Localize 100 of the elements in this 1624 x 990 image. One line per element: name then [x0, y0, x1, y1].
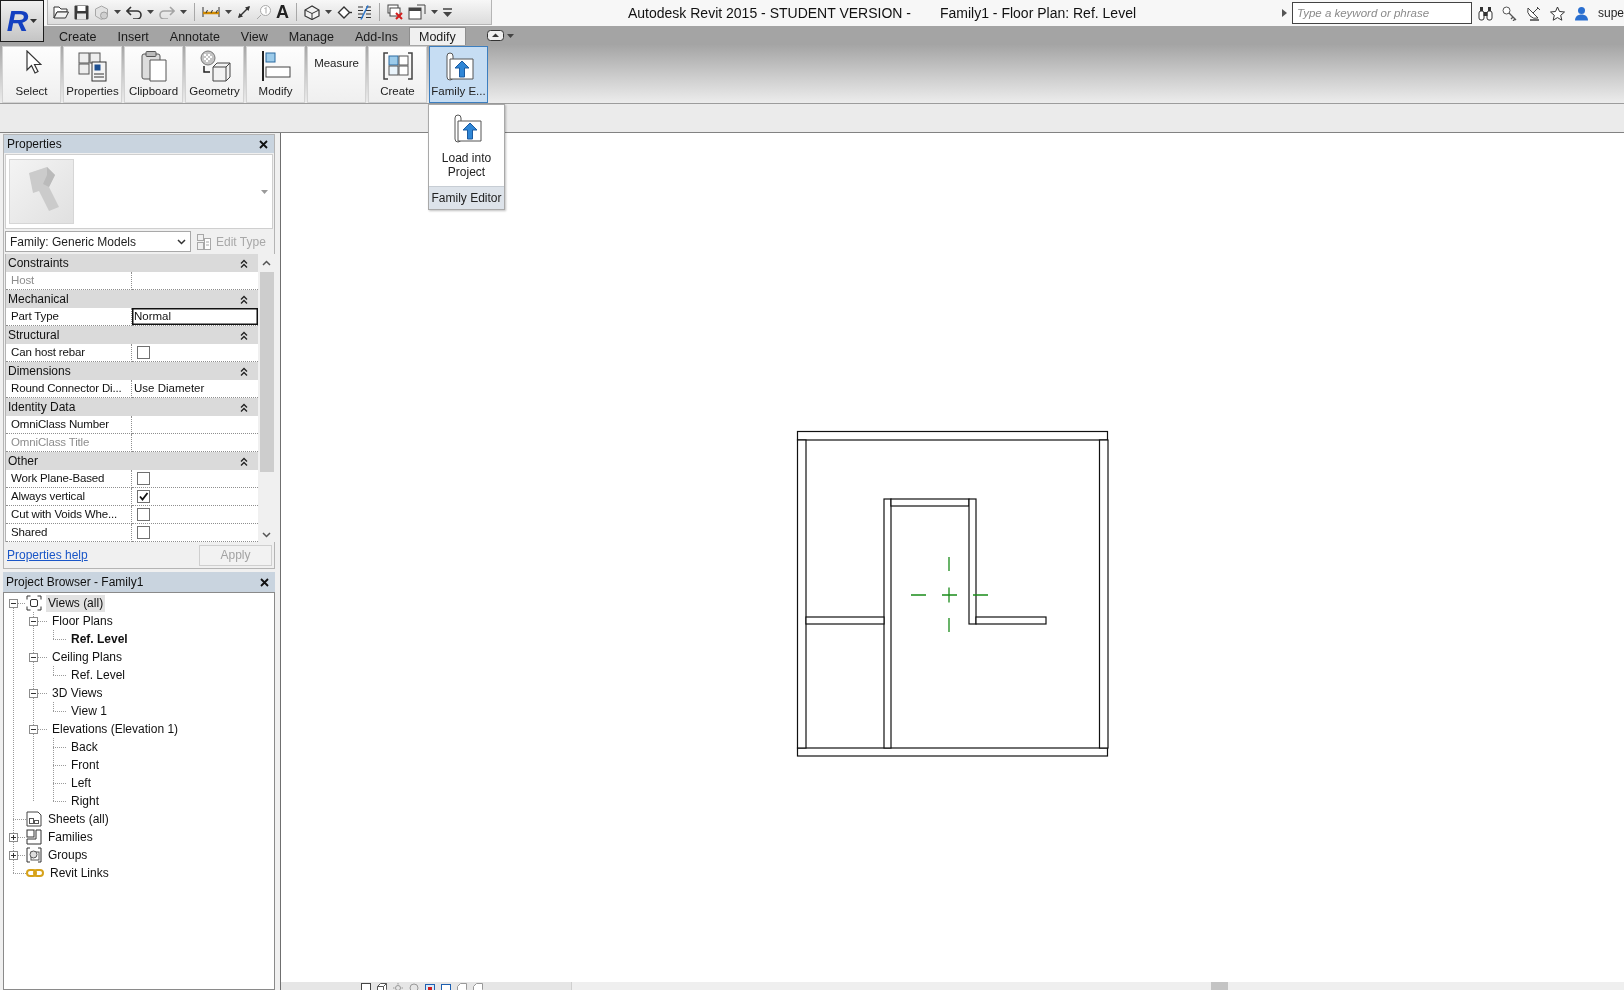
- tree-item[interactable]: Ref. Level: [69, 630, 130, 648]
- satellite-dish-icon[interactable]: [1525, 5, 1541, 21]
- binoculars-icon[interactable]: [1477, 5, 1493, 21]
- text-button[interactable]: A: [276, 3, 289, 21]
- collapse-icon[interactable]: [29, 652, 38, 662]
- sphere-cube-icon: [198, 50, 231, 82]
- ribbon-tab[interactable]: Add-Ins: [344, 27, 408, 45]
- diagonal-arrow-icon[interactable]: [237, 5, 251, 19]
- ribbon-tab[interactable]: Create: [49, 27, 107, 45]
- tree-item[interactable]: Sheets (all): [46, 810, 111, 828]
- caret-icon[interactable]: [431, 10, 438, 14]
- property-label: Always vertical: [6, 488, 132, 506]
- property-group-header[interactable]: Structural: [6, 326, 258, 344]
- tree-item[interactable]: Views (all): [46, 594, 106, 612]
- star-icon[interactable]: [1549, 5, 1565, 21]
- crop-icon[interactable]: [425, 983, 435, 990]
- property-group-header[interactable]: Dimensions: [6, 362, 258, 380]
- scroll-up-icon[interactable]: [262, 260, 271, 266]
- key-icon[interactable]: [1501, 5, 1517, 21]
- checkbox[interactable]: [137, 472, 150, 485]
- tree-item[interactable]: Ref. Level: [69, 666, 128, 684]
- frame-icon: [26, 595, 42, 611]
- ribbon-tab[interactable]: Insert: [107, 27, 159, 45]
- caret-icon[interactable]: [180, 10, 187, 14]
- checkbox[interactable]: [137, 490, 150, 503]
- scroll-down-icon[interactable]: [262, 532, 271, 538]
- tree-item[interactable]: Families: [46, 828, 95, 846]
- panel-title: Family Editor: [429, 186, 504, 209]
- property-group-header[interactable]: Constraints: [6, 254, 258, 272]
- tree-item[interactable]: Elevations (Elevation 1): [50, 720, 181, 738]
- property-group-header[interactable]: Mechanical: [6, 290, 258, 308]
- expand-icon[interactable]: [1281, 9, 1287, 17]
- tree-item[interactable]: Ceiling Plans: [50, 648, 125, 666]
- scroll-thumb[interactable]: [1211, 982, 1228, 990]
- tree-item[interactable]: Groups: [46, 846, 90, 864]
- tree-item[interactable]: Right: [69, 792, 101, 810]
- collapse-icon[interactable]: [29, 616, 38, 626]
- ribbon-button[interactable]: Modify: [246, 46, 305, 103]
- folder-icon[interactable]: [53, 4, 69, 20]
- ribbon-tab[interactable]: View: [230, 27, 278, 45]
- checkbox[interactable]: [137, 526, 150, 539]
- chevron-down-icon: [177, 238, 186, 245]
- collapse-icon[interactable]: [29, 724, 38, 734]
- caret-icon[interactable]: [114, 10, 121, 14]
- dimension-icon[interactable]: [202, 6, 220, 18]
- close-icon[interactable]: [259, 139, 268, 149]
- tree-item[interactable]: Revit Links: [48, 864, 111, 882]
- help-link[interactable]: Properties help: [7, 546, 88, 564]
- ribbon-button[interactable]: Measure: [307, 46, 366, 103]
- close-icon[interactable]: [260, 577, 269, 587]
- checkbox[interactable]: [137, 346, 150, 359]
- value-field[interactable]: Normal: [132, 308, 258, 326]
- diamond-icon[interactable]: [337, 4, 352, 20]
- collapse-icon[interactable]: [29, 688, 38, 698]
- tree-item[interactable]: Left: [69, 774, 93, 792]
- thin-lines-icon[interactable]: [357, 4, 372, 20]
- ribbon-button[interactable]: Load into Project: [429, 105, 504, 186]
- checkbox[interactable]: [137, 508, 150, 521]
- close-windows-icon[interactable]: [387, 4, 403, 20]
- expand-icon[interactable]: [9, 832, 18, 842]
- tree-item[interactable]: View 1: [69, 702, 109, 720]
- save-icon[interactable]: [74, 4, 89, 20]
- undo-icon[interactable]: [126, 5, 142, 19]
- tree-item[interactable]: Floor Plans: [50, 612, 115, 630]
- properties-icon: [76, 50, 109, 82]
- ribbon-button[interactable]: Create: [368, 46, 427, 103]
- customize-icon[interactable]: [443, 7, 452, 17]
- house-icon[interactable]: [304, 4, 320, 20]
- tree-item[interactable]: Back: [69, 738, 100, 756]
- expand-icon[interactable]: [9, 850, 18, 860]
- scroll-thumb[interactable]: [259, 272, 274, 472]
- user-icon[interactable]: [1573, 5, 1589, 21]
- ribbon-button[interactable]: Select: [2, 46, 61, 103]
- caret-icon[interactable]: [147, 10, 154, 14]
- application-menu-button[interactable]: R: [0, 0, 44, 42]
- ribbon-tab[interactable]: Annotate: [159, 27, 230, 45]
- minimize-ribbon-icon[interactable]: [486, 30, 504, 41]
- tree-item[interactable]: Front: [69, 756, 101, 774]
- property-group-header[interactable]: Identity Data: [6, 398, 258, 416]
- ribbon-button[interactable]: Clipboard: [124, 46, 183, 103]
- property-group-header[interactable]: Other: [6, 452, 258, 470]
- horizontal-scrollbar[interactable]: [571, 982, 1624, 990]
- document-title: Family1 - Floor Plan: Ref. Level: [939, 3, 1137, 23]
- collapse-icon[interactable]: [9, 598, 18, 608]
- ribbon-button[interactable]: Properties: [63, 46, 122, 103]
- caret-icon[interactable]: [506, 33, 514, 38]
- vertical-scrollbar[interactable]: [258, 254, 275, 542]
- cube-icon[interactable]: [377, 983, 387, 990]
- window-title: Autodesk Revit 2015 - STUDENT VERSION -: [628, 3, 911, 23]
- ribbon-button[interactable]: Family E...: [429, 46, 488, 103]
- ribbon-button[interactable]: Geometry: [185, 46, 244, 103]
- type-filter-dropdown[interactable]: Family: Generic Models: [5, 231, 191, 252]
- caret-icon[interactable]: [225, 10, 232, 14]
- tree-item[interactable]: 3D Views: [50, 684, 105, 702]
- ribbon-tab[interactable]: Manage: [278, 27, 344, 45]
- ribbon-tab[interactable]: Modify: [409, 27, 466, 45]
- search-field[interactable]: Type a keyword or phrase: [1291, 2, 1472, 24]
- caret-icon[interactable]: [325, 10, 332, 14]
- user-name[interactable]: supe: [1597, 4, 1624, 22]
- switch-windows-icon[interactable]: [408, 4, 426, 20]
